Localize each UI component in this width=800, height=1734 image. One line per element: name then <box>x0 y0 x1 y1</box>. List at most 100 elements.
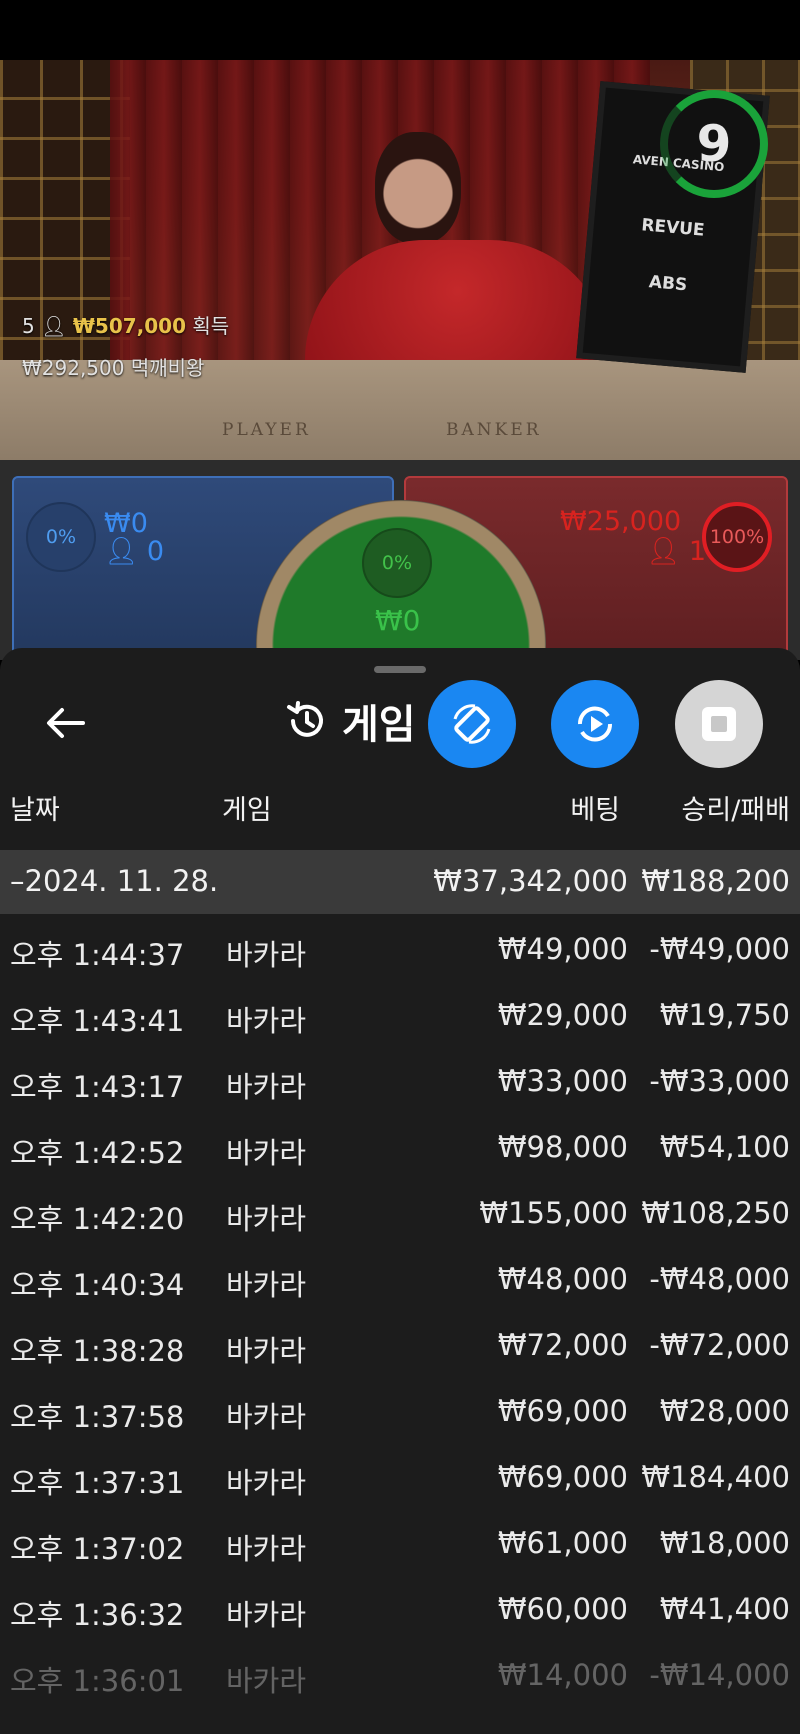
row-winloss: -₩14,000 <box>649 1658 790 1692</box>
winners-amount: ₩507,000 <box>72 314 186 338</box>
row-bet: ₩61,000 <box>497 1526 628 1560</box>
row-time: 오후 1:43:17 <box>10 1070 185 1104</box>
history-row[interactable]: 오후 1:38:28 바카라 ₩72,000 -₩72,000 <box>0 1312 800 1378</box>
history-row[interactable]: 오후 1:37:58 바카라 ₩69,000 ₩28,000 <box>0 1378 800 1444</box>
group-date: –2024. 11. 28. <box>10 864 219 898</box>
player-bettors-count: 0 <box>146 536 165 567</box>
col-date: 날짜 <box>10 795 60 826</box>
row-game: 바카라 <box>226 1598 307 1632</box>
row-bet: ₩14,000 <box>497 1658 628 1692</box>
winners-count: 5 <box>22 314 35 338</box>
history-row[interactable]: 오후 1:42:52 바카라 ₩98,000 ₩54,100 <box>0 1114 800 1180</box>
row-winloss: ₩108,250 <box>641 1196 790 1230</box>
history-row[interactable]: 오후 1:36:32 바카라 ₩60,000 ₩41,400 <box>0 1576 800 1642</box>
winner-line: ₩292,500 먹깨비왕 <box>22 352 204 381</box>
history-row[interactable]: 오후 1:36:01 바카라 ₩14,000 -₩14,000 <box>0 1642 800 1708</box>
row-bet: ₩29,000 <box>497 998 628 1032</box>
row-time: 오후 1:36:32 <box>10 1598 185 1632</box>
history-row[interactable]: 오후 1:37:31 바카라 ₩69,000 ₩184,400 <box>0 1444 800 1510</box>
row-winloss: -₩72,000 <box>649 1328 790 1362</box>
history-row[interactable]: 오후 1:43:41 바카라 ₩29,000 ₩19,750 <box>0 982 800 1048</box>
row-bet: ₩69,000 <box>497 1460 628 1494</box>
row-winloss: ₩184,400 <box>641 1460 790 1494</box>
sheet-drag-handle[interactable] <box>374 666 426 673</box>
row-game: 바카라 <box>226 1400 307 1434</box>
stop-button[interactable] <box>675 680 763 768</box>
tie-bet-amount: ₩0 <box>375 604 421 637</box>
group-winloss-total: ₩188,200 <box>641 864 790 898</box>
game-history-sheet: 게임 기록 날짜 게임 베팅 승리/패배 –2024. 11. 28. ₩37,… <box>0 648 800 1734</box>
live-video-stream[interactable]: PLAYER BANKER AVEN CASINO REVUE ABS 9 <box>0 60 800 460</box>
status-bar <box>0 0 800 60</box>
person-icon: 👤︎ <box>646 536 681 567</box>
table-header: 날짜 게임 베팅 승리/패배 <box>0 788 800 838</box>
row-game: 바카라 <box>226 1532 307 1566</box>
col-winloss: 승리/패배 <box>681 795 790 826</box>
row-time: 오후 1:42:20 <box>10 1202 185 1236</box>
history-row[interactable]: 오후 1:40:34 바카라 ₩48,000 -₩48,000 <box>0 1246 800 1312</box>
countdown-timer: 9 <box>660 90 768 198</box>
row-game: 바카라 <box>226 1268 307 1302</box>
person-icon: 👤︎ <box>104 536 139 567</box>
row-bet: ₩48,000 <box>497 1262 628 1296</box>
row-winloss: ₩28,000 <box>659 1394 790 1428</box>
replay-button[interactable] <box>551 680 639 768</box>
row-bet: ₩33,000 <box>497 1064 628 1098</box>
row-time: 오후 1:37:58 <box>10 1400 185 1434</box>
player-percent: 0% <box>26 502 96 572</box>
col-bet: 베팅 <box>570 795 620 826</box>
row-game: 바카라 <box>226 1070 307 1104</box>
player-bettors: 👤︎ 0 <box>104 535 164 567</box>
row-time: 오후 1:37:31 <box>10 1466 185 1500</box>
banker-bet-amount: ₩25,000 <box>560 506 682 537</box>
sponsor-abs: ABS <box>648 272 689 296</box>
row-winloss: ₩54,100 <box>659 1130 790 1164</box>
row-time: 오후 1:36:01 <box>10 1664 185 1698</box>
person-icon: 👤︎ <box>41 314 67 338</box>
row-time: 오후 1:38:28 <box>10 1334 185 1368</box>
row-time: 오후 1:42:52 <box>10 1136 185 1170</box>
winners-suffix: 획득 <box>192 314 230 338</box>
history-icon <box>287 701 323 737</box>
stop-icon <box>702 707 736 741</box>
history-row[interactable]: 오후 1:43:17 바카라 ₩33,000 -₩33,000 <box>0 1048 800 1114</box>
history-row[interactable]: 오후 1:37:02 바카라 ₩61,000 ₩18,000 <box>0 1510 800 1576</box>
row-bet: ₩69,000 <box>497 1394 628 1428</box>
winners-ticker: 5 👤︎ ₩507,000 획득 <box>22 310 229 339</box>
row-game: 바카라 <box>226 1466 307 1500</box>
row-bet: ₩72,000 <box>497 1328 628 1362</box>
dealer-head <box>375 132 461 244</box>
winner-name: 먹깨비왕 <box>130 356 205 380</box>
row-game: 바카라 <box>226 1202 307 1236</box>
row-winloss: -₩48,000 <box>649 1262 790 1296</box>
row-winloss: -₩49,000 <box>649 932 790 966</box>
table-label-player: PLAYER <box>222 420 311 440</box>
row-bet: ₩98,000 <box>497 1130 628 1164</box>
back-button[interactable] <box>40 700 90 746</box>
arrow-left-icon <box>47 708 85 738</box>
winner-amount: ₩292,500 <box>22 356 125 380</box>
row-winloss: ₩18,000 <box>659 1526 790 1560</box>
row-bet: ₩60,000 <box>497 1592 628 1626</box>
history-row[interactable]: 오후 1:42:20 바카라 ₩155,000 ₩108,250 <box>0 1180 800 1246</box>
tie-percent: 0% <box>362 528 432 598</box>
row-time: 오후 1:40:34 <box>10 1268 185 1302</box>
row-winloss: ₩41,400 <box>659 1592 790 1626</box>
row-game: 바카라 <box>226 938 307 972</box>
group-bet-total: ₩37,342,000 <box>433 864 628 898</box>
rotate-button[interactable] <box>428 680 516 768</box>
row-bet: ₩49,000 <box>497 932 628 966</box>
col-game: 게임 <box>222 795 272 826</box>
row-game: 바카라 <box>226 1136 307 1170</box>
row-time: 오후 1:43:41 <box>10 1004 185 1038</box>
row-game: 바카라 <box>226 1004 307 1038</box>
row-winloss: ₩19,750 <box>659 998 790 1032</box>
date-group-row[interactable]: –2024. 11. 28. ₩37,342,000 ₩188,200 <box>0 850 800 914</box>
row-time: 오후 1:37:02 <box>10 1532 185 1566</box>
history-rows: 오후 1:44:37 바카라 ₩49,000 -₩49,000 오후 1:43:… <box>0 916 800 1708</box>
row-winloss: -₩33,000 <box>649 1064 790 1098</box>
banker-percent: 100% <box>702 502 772 572</box>
rotate-icon <box>453 704 491 744</box>
banker-bettors: 👤︎ 1 <box>646 535 706 567</box>
history-row[interactable]: 오후 1:44:37 바카라 ₩49,000 -₩49,000 <box>0 916 800 982</box>
